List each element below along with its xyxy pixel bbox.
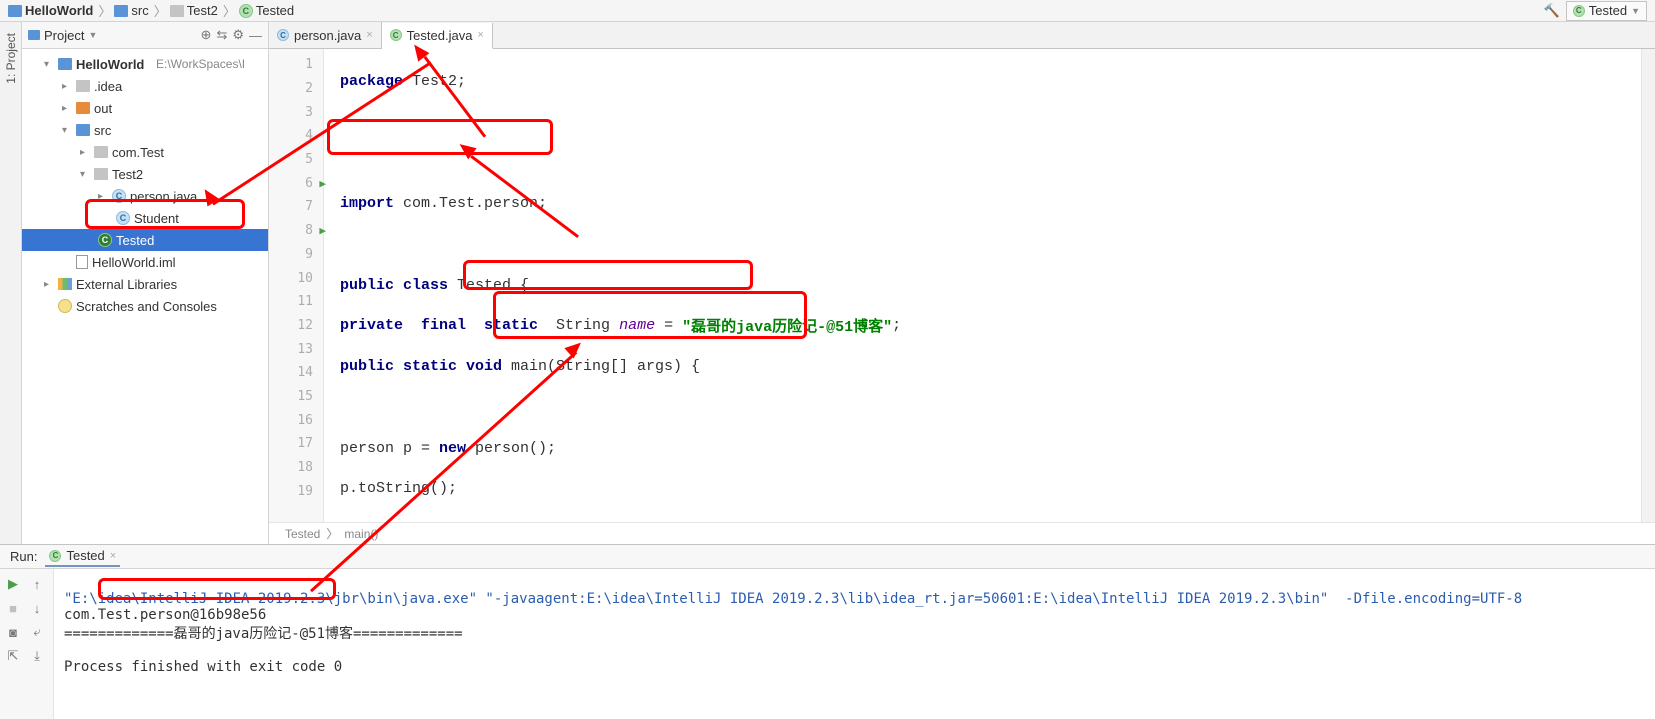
- crumb-tested[interactable]: CTested: [239, 3, 294, 18]
- rerun-button[interactable]: ▶: [2, 573, 24, 595]
- tab-person[interactable]: Cperson.java×: [269, 22, 382, 48]
- package-icon: [94, 146, 108, 158]
- project-view-icon: [28, 30, 40, 40]
- class-icon: C: [116, 211, 130, 225]
- file-icon: [76, 255, 88, 269]
- camera-icon[interactable]: ◙: [2, 621, 24, 643]
- chevron-down-icon[interactable]: ▼: [88, 30, 97, 40]
- tree-row-project[interactable]: ▾HelloWorld E:\WorkSpaces\I: [22, 53, 268, 75]
- code-editor[interactable]: package Test2; import com.Test.person; p…: [324, 49, 1641, 522]
- tree-row-tested[interactable]: CTested: [22, 229, 268, 251]
- java-file-icon: C: [277, 29, 289, 41]
- project-tree[interactable]: ▾HelloWorld E:\WorkSpaces\I ▸.idea ▸out …: [22, 49, 268, 544]
- project-panel-title: Project: [44, 28, 84, 43]
- folder-icon: [76, 102, 90, 114]
- console-output[interactable]: "E:\idea\IntelliJ IDEA 2019.2.3\jbr\bin\…: [54, 569, 1655, 719]
- close-icon[interactable]: ×: [477, 29, 483, 41]
- project-panel-header: Project ▼ ⊕ ⇆ ⚙ —: [22, 22, 268, 49]
- close-icon[interactable]: ×: [366, 29, 372, 41]
- left-rail: 1: Project: [0, 22, 22, 544]
- run-panel-header: Run: C Tested ×: [0, 545, 1655, 569]
- editor-body: 12345 6▶ 7 8▶ 910111213141516171819 pack…: [269, 49, 1655, 522]
- tree-row-person[interactable]: ▸Cperson.java: [22, 185, 268, 207]
- class-icon: C: [49, 550, 61, 562]
- tree-row-scratches[interactable]: Scratches and Consoles: [22, 295, 268, 317]
- tab-tested[interactable]: CTested.java×: [382, 23, 493, 49]
- close-icon[interactable]: ×: [110, 550, 116, 562]
- tree-row-out[interactable]: ▸out: [22, 97, 268, 119]
- up-button[interactable]: ↑: [26, 573, 48, 595]
- wrap-icon[interactable]: ⤶: [26, 621, 48, 643]
- class-icon: C: [239, 4, 253, 18]
- build-icon[interactable]: 🔨: [1544, 3, 1560, 19]
- class-icon: C: [98, 233, 112, 247]
- chevron-down-icon: ▼: [1631, 6, 1640, 16]
- run-label: Run:: [10, 549, 37, 564]
- project-icon: [8, 5, 22, 17]
- tree-row-student[interactable]: CStudent: [22, 207, 268, 229]
- project-panel: Project ▼ ⊕ ⇆ ⚙ — ▾HelloWorld E:\WorkSpa…: [22, 22, 269, 544]
- folder-icon: [76, 80, 90, 92]
- separator-icon: 〉: [98, 1, 111, 20]
- crumb-src[interactable]: src: [114, 3, 148, 18]
- package-icon: [94, 168, 108, 180]
- folder-icon: [76, 124, 90, 136]
- tree-row-idea[interactable]: ▸.idea: [22, 75, 268, 97]
- run-toolbar: ▶ ↑ ■ ↓ ◙ ⤶ ⇱ ⤓: [0, 569, 54, 719]
- folder-icon: [114, 5, 128, 17]
- breadcrumb-bar: HelloWorld 〉 src 〉 Test2 〉 CTested 🔨 C T…: [0, 0, 1655, 22]
- down-button[interactable]: ↓: [26, 597, 48, 619]
- separator-icon: 〉: [154, 1, 167, 20]
- editor-tabs: Cperson.java× CTested.java×: [269, 22, 1655, 49]
- expand-icon[interactable]: ⇆: [216, 27, 227, 43]
- run-gutter-icon[interactable]: ▶: [319, 224, 326, 237]
- class-icon: C: [390, 29, 402, 41]
- run-gutter-icon[interactable]: ▶: [319, 177, 326, 190]
- editor-scrollbar[interactable]: [1641, 49, 1655, 522]
- gear-icon[interactable]: ⚙: [232, 27, 244, 43]
- class-icon: C: [1573, 5, 1585, 17]
- tree-row-test2[interactable]: ▾Test2: [22, 163, 268, 185]
- hide-icon[interactable]: —: [249, 28, 262, 43]
- scratches-icon: [58, 299, 72, 313]
- tree-row-comtest[interactable]: ▸com.Test: [22, 141, 268, 163]
- editor-area: Cperson.java× CTested.java× 12345 6▶ 7 8…: [269, 22, 1655, 544]
- tree-row-iml[interactable]: HelloWorld.iml: [22, 251, 268, 273]
- crumb-test2[interactable]: Test2: [170, 3, 218, 18]
- locate-icon[interactable]: ⊕: [201, 27, 212, 43]
- tree-row-src[interactable]: ▾src: [22, 119, 268, 141]
- project-icon: [58, 58, 72, 70]
- editor-breadcrumb[interactable]: Tested〉main(): [269, 522, 1655, 544]
- run-panel: Run: C Tested × ▶ ↑ ■ ↓ ◙ ⤶ ⇱ ⤓ "E:\idea…: [0, 544, 1655, 719]
- scroll-icon[interactable]: ⤓: [26, 645, 48, 667]
- library-icon: [58, 278, 72, 290]
- gutter[interactable]: 12345 6▶ 7 8▶ 910111213141516171819: [269, 49, 324, 522]
- run-config-label: Tested: [1589, 3, 1627, 18]
- java-file-icon: C: [112, 189, 126, 203]
- crumb-project[interactable]: HelloWorld: [8, 3, 93, 18]
- separator-icon: 〉: [223, 1, 236, 20]
- stop-button[interactable]: ■: [2, 597, 24, 619]
- project-tool-tab[interactable]: 1: Project: [1, 22, 21, 95]
- tree-row-libraries[interactable]: ▸External Libraries: [22, 273, 268, 295]
- run-configuration-select[interactable]: C Tested ▼: [1566, 1, 1647, 21]
- export-icon[interactable]: ⇱: [2, 645, 24, 667]
- folder-icon: [170, 5, 184, 17]
- run-tab[interactable]: C Tested ×: [45, 546, 120, 567]
